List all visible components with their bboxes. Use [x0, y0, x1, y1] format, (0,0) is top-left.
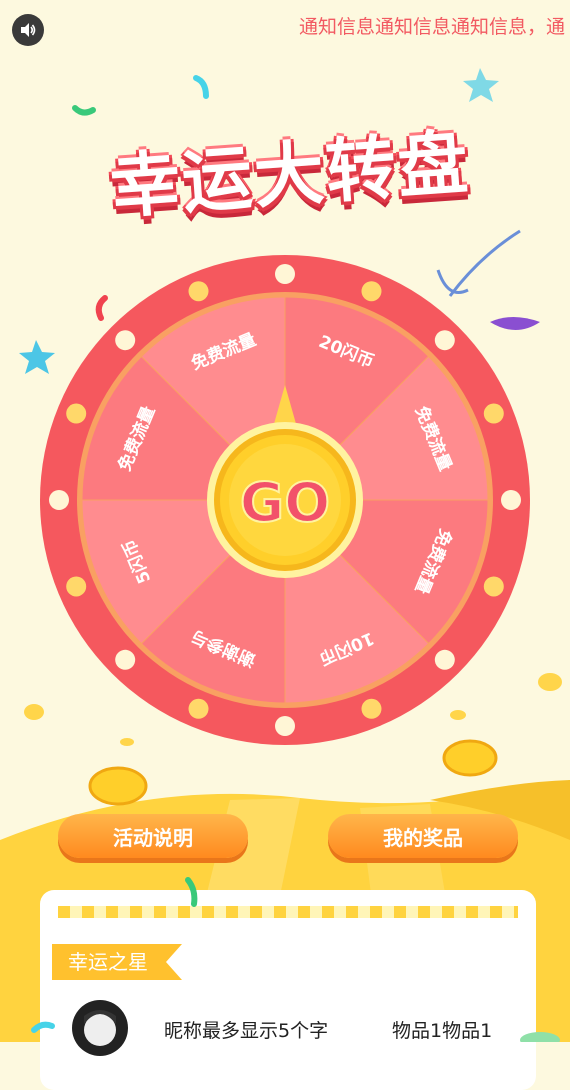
rules-button[interactable]: 活动说明: [58, 814, 248, 858]
go-button[interactable]: GO: [207, 422, 363, 578]
sound-toggle-button[interactable]: [12, 14, 44, 46]
confetti-bottom: [31, 877, 560, 1042]
wheel-bulb: [361, 698, 382, 719]
wheel-bulb: [483, 403, 504, 424]
wheel-bulb: [483, 576, 504, 597]
wheel-bulb: [66, 403, 87, 424]
wheel-bulb: [188, 698, 209, 719]
wheel-bulb: [501, 490, 521, 510]
my-prizes-button[interactable]: 我的奖品: [328, 814, 518, 858]
speaker-icon: [21, 23, 36, 37]
wheel-bulb: [434, 649, 455, 670]
wheel-bulb: [275, 264, 295, 284]
wheel-bulb: [434, 330, 455, 351]
wheel-bulb: [115, 649, 136, 670]
go-label: GO: [240, 471, 330, 534]
wheel-bulb: [66, 576, 87, 597]
wheel-bulb: [361, 281, 382, 302]
notice-marquee: 通知信息通知信息通知信息，通: [298, 16, 565, 38]
page-title: 幸运大转盘: [107, 121, 473, 229]
wheel-bulb: [275, 716, 295, 736]
wheel-bulb: [188, 281, 209, 302]
prize-wheel[interactable]: 20闪币免费流量免费流量10闪币谢谢参与5闪币免费流量免费流量 GO: [40, 255, 530, 745]
wheel-bulb: [115, 330, 136, 351]
title-banner: 幸运大转盘: [40, 95, 540, 255]
wheel-bulb: [49, 490, 69, 510]
